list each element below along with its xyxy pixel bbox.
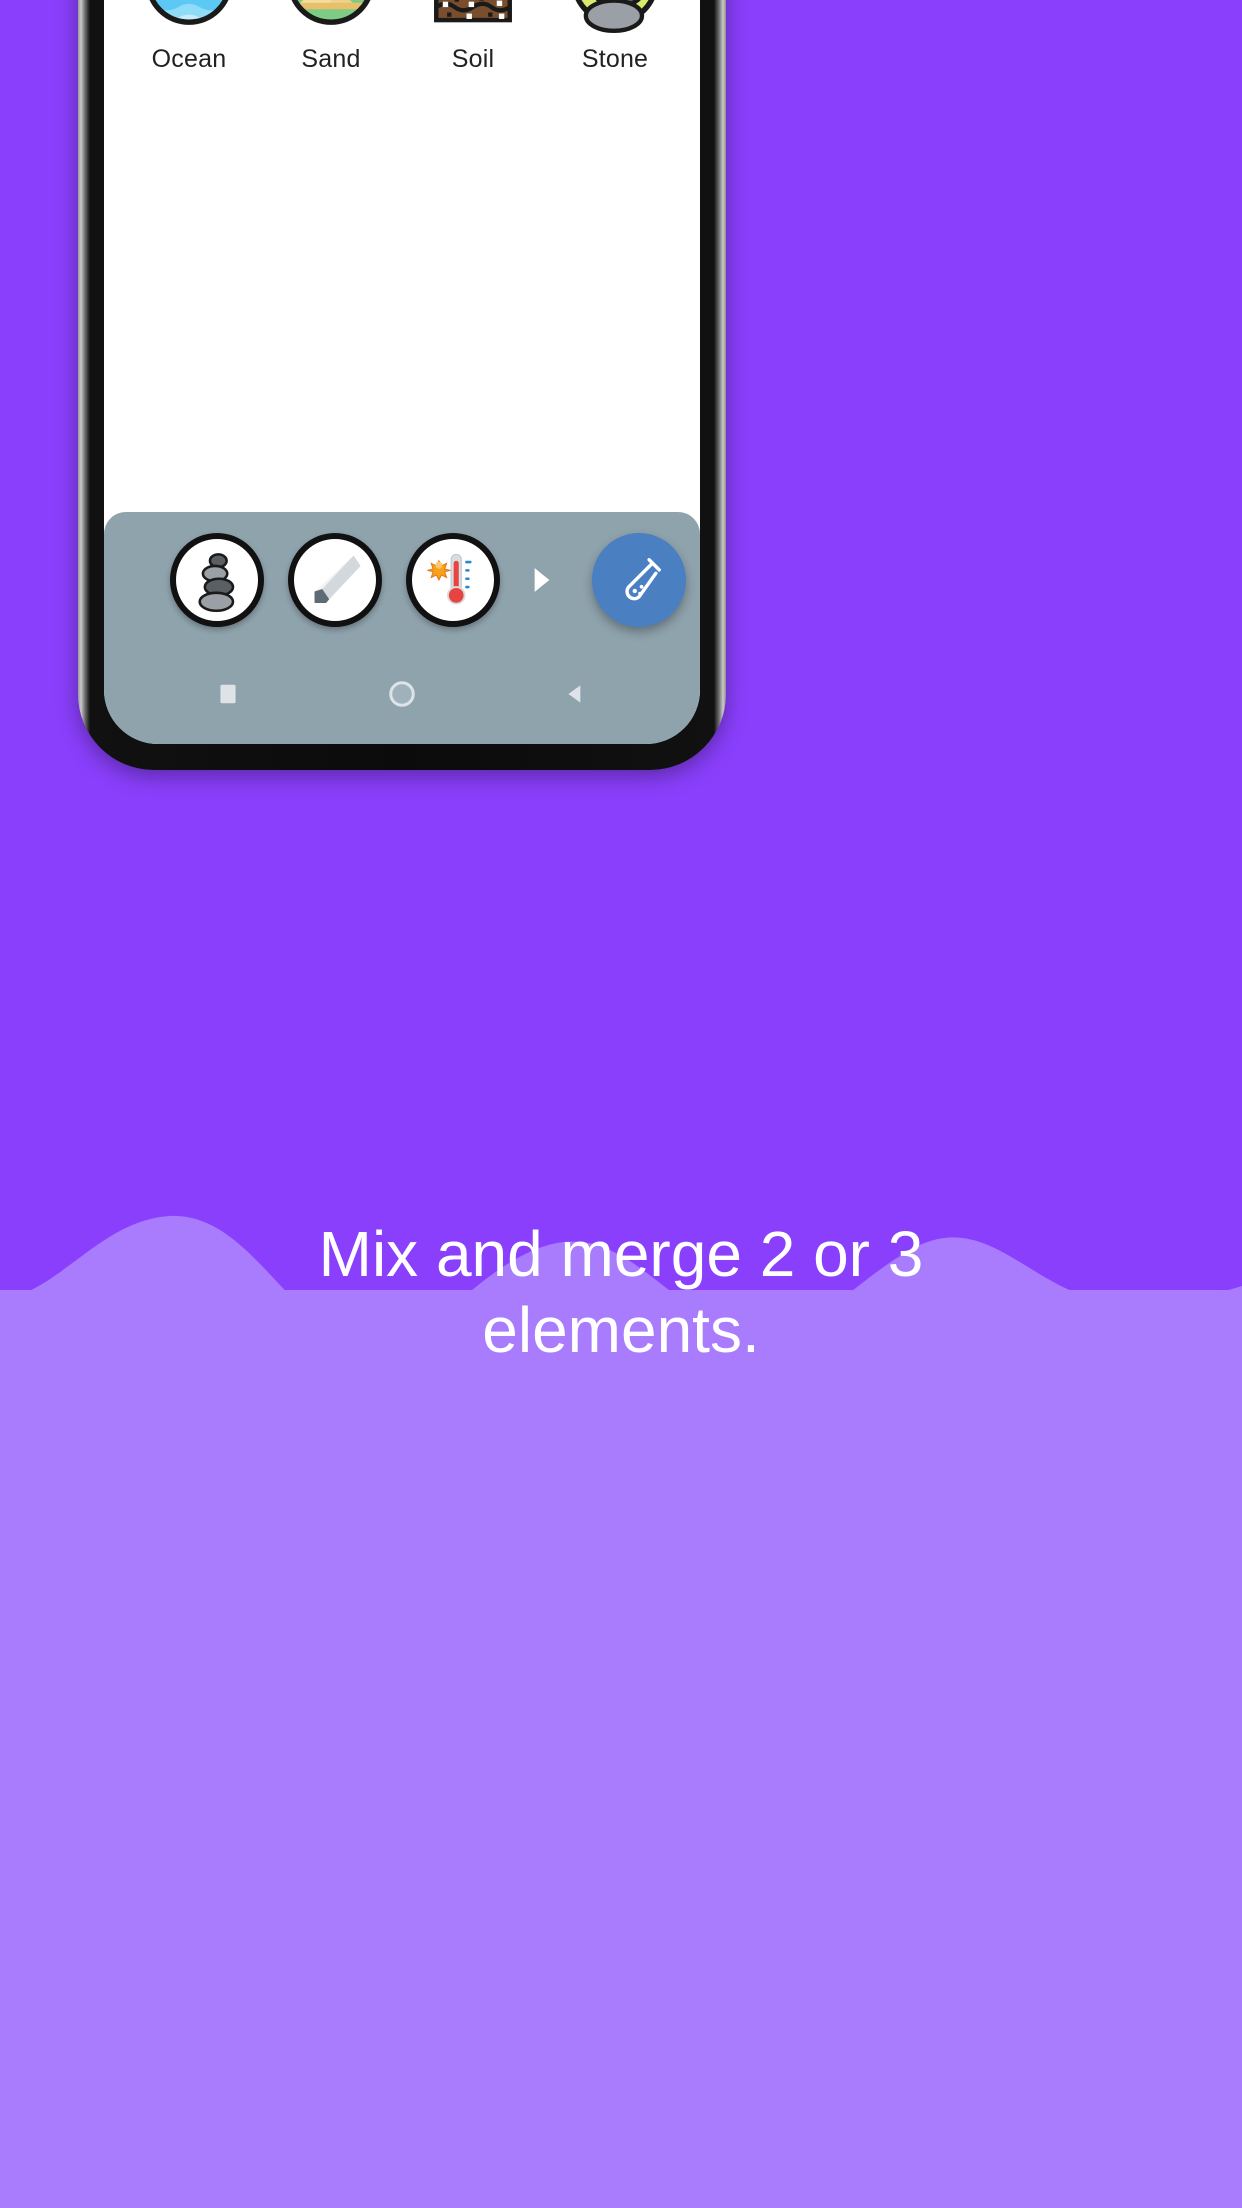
phone-mockup: Gravity (78, 0, 726, 770)
tray-slot-heat[interactable] (406, 533, 500, 627)
element-tile-ocean[interactable]: Ocean (118, 0, 260, 74)
play-arrow-icon[interactable] (528, 563, 556, 597)
home-button[interactable] (385, 677, 419, 711)
sand-dune-icon (277, 0, 385, 33)
heat-thermometer-icon (427, 553, 472, 605)
ocean-sunset-icon (135, 0, 243, 33)
element-tile-stone[interactable]: Stone (544, 0, 686, 74)
stone-stack-icon (198, 553, 235, 612)
element-label: Ocean (151, 45, 227, 73)
square-recents-icon (220, 684, 236, 704)
caption-line-2: elements. (482, 1294, 760, 1366)
stone-stack-icon (561, 0, 669, 33)
background-bottom-band (0, 1290, 1242, 2208)
android-navbar (104, 662, 700, 726)
circle-home-icon (389, 681, 415, 707)
back-button[interactable] (559, 677, 593, 711)
promo-caption: Mix and merge 2 or 3 elements. (0, 1222, 1242, 1362)
recents-button[interactable] (211, 677, 245, 711)
mix-button[interactable] (592, 533, 686, 627)
test-tube-icon (625, 558, 661, 601)
tray-slot-stone[interactable] (170, 533, 264, 627)
caption-line-1: Mix and merge 2 or 3 (318, 1218, 924, 1290)
tray-selected-slots (104, 526, 700, 634)
element-tile-sand[interactable]: Sand (260, 0, 402, 74)
mix-tray (104, 512, 700, 744)
element-label: Stone (581, 45, 649, 73)
metal-ingot-icon (314, 555, 361, 604)
phone-screen: Gravity (104, 0, 700, 744)
soil-layers-icon (419, 0, 527, 33)
tray-slot-metal[interactable] (288, 533, 382, 627)
element-tile-soil[interactable]: Soil (402, 0, 544, 74)
triangle-back-icon (568, 685, 581, 703)
element-label: Sand (301, 45, 361, 73)
element-label: Soil (451, 45, 495, 73)
element-grid: Gravity (104, 0, 700, 74)
